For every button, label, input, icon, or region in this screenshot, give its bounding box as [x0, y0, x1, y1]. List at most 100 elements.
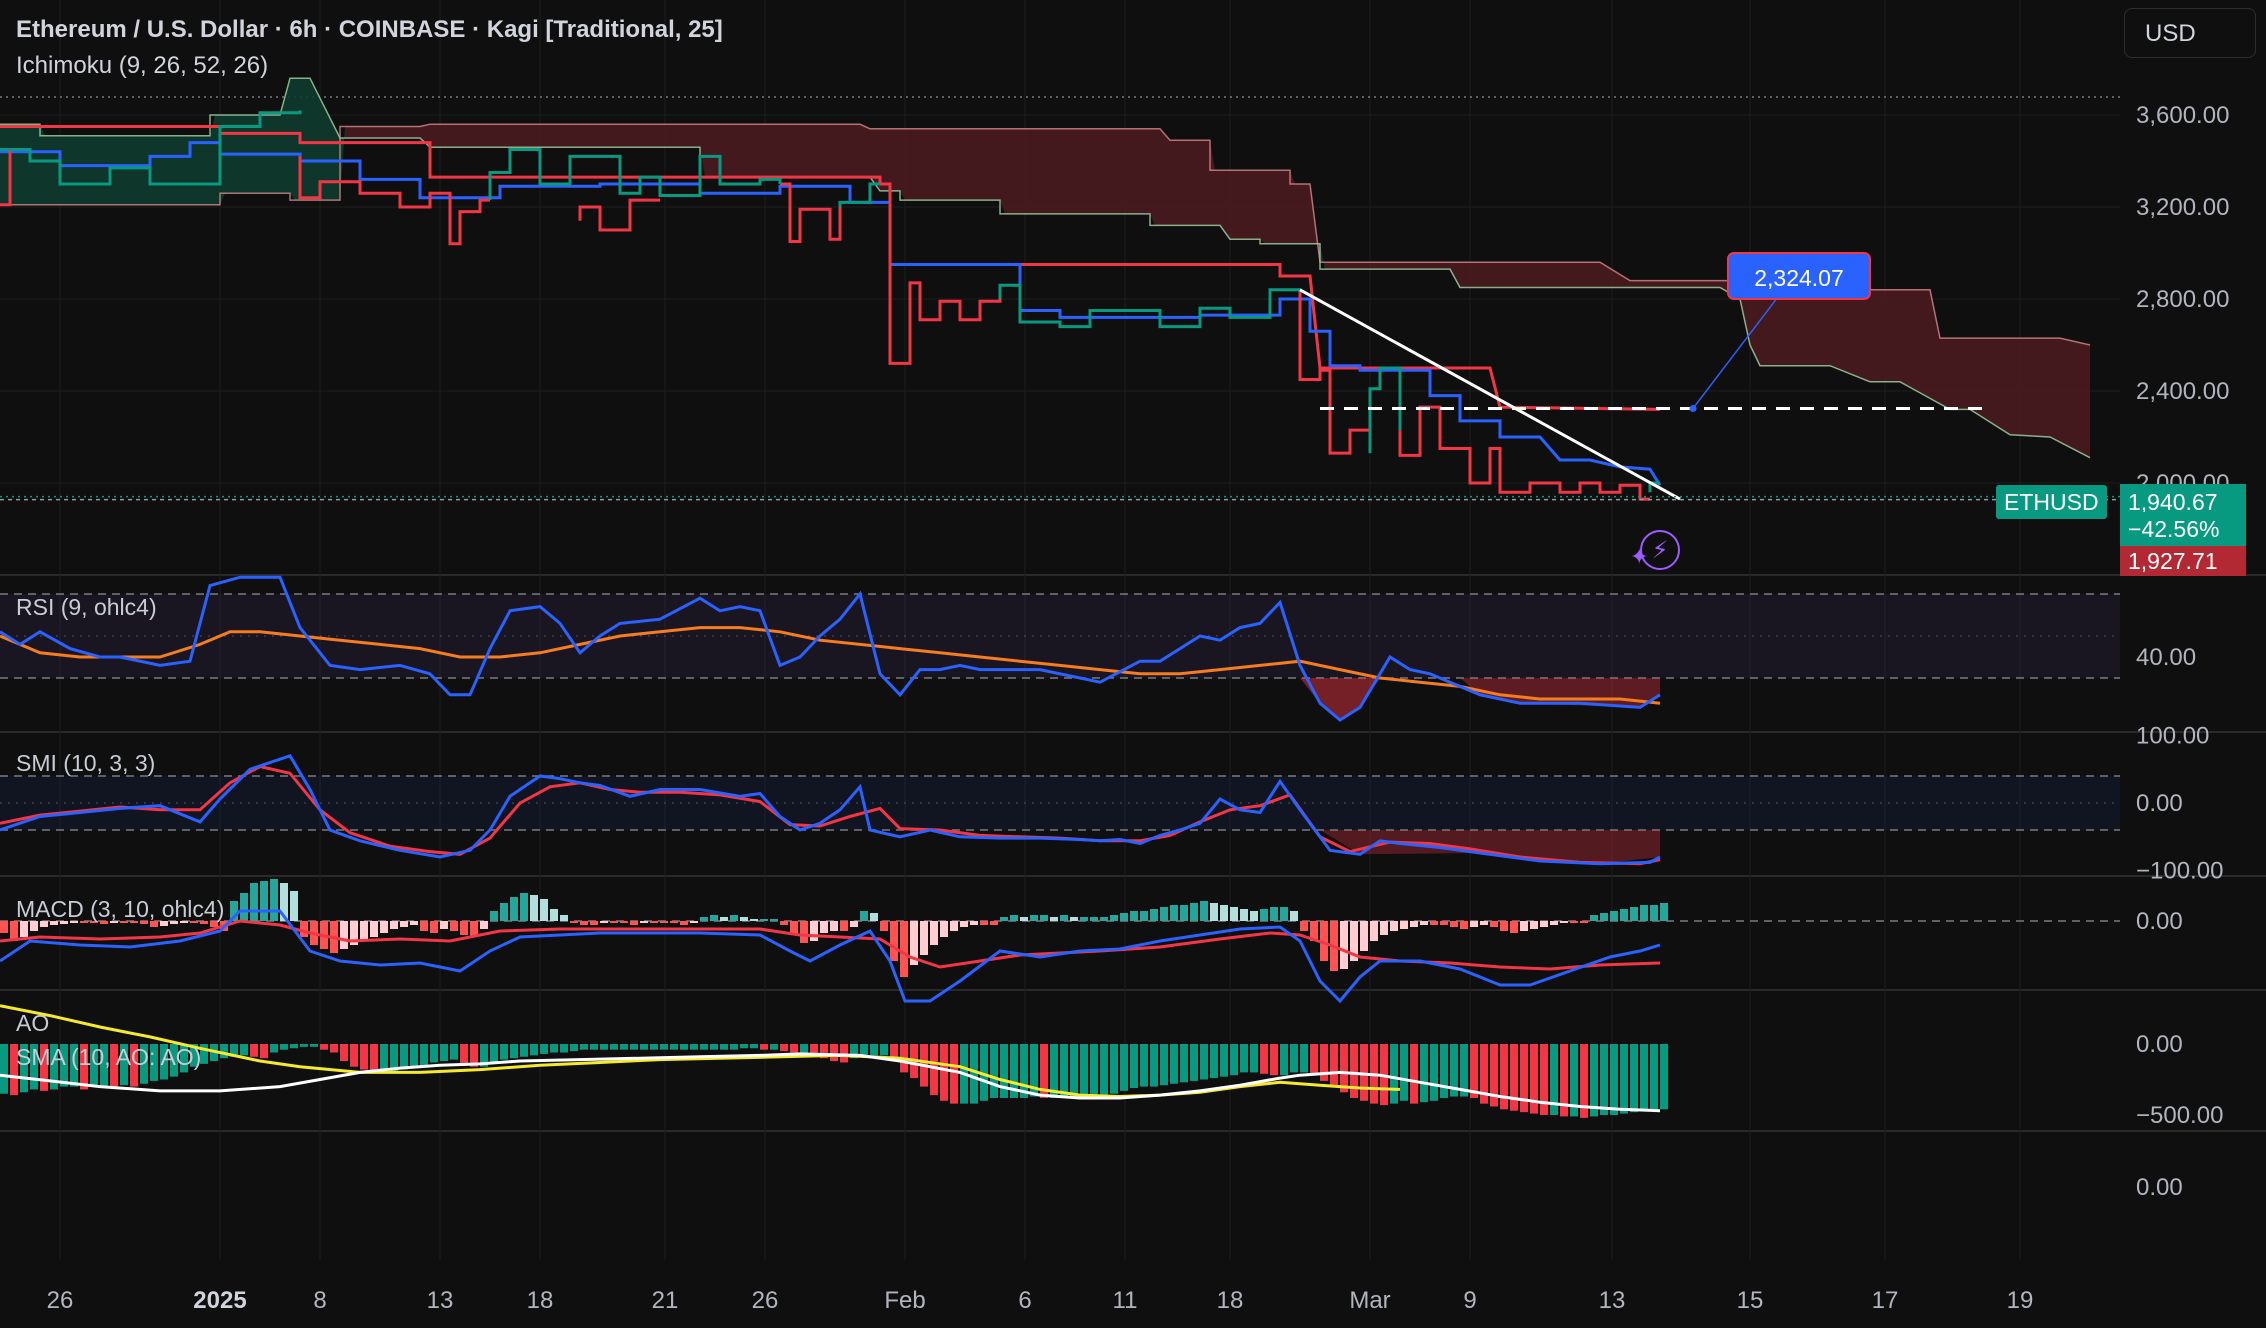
ichimoku-cloud-segment	[1350, 262, 1355, 270]
ao-histogram-bar	[410, 1044, 418, 1069]
ichimoku-cloud-segment	[1410, 262, 1415, 270]
ao-histogram-bar	[1100, 1044, 1108, 1096]
ao-histogram-bar	[1440, 1044, 1448, 1098]
macd-histogram-bar	[1650, 905, 1658, 921]
ichimoku-cloud-segment	[915, 128, 920, 201]
ao-sma-label[interactable]: SMA (10, AO: AO)	[16, 1044, 201, 1071]
ichimoku-cloud-segment	[360, 126, 365, 138]
ichimoku-cloud-segment	[1840, 289, 1845, 372]
ichimoku-cloud-segment	[945, 128, 950, 201]
ichimoku-cloud-segment	[2010, 338, 2015, 435]
ichimoku-cloud-segment	[905, 128, 910, 201]
macd-histogram-bar	[540, 899, 548, 921]
ichimoku-cloud-segment	[735, 124, 740, 178]
ichimoku-cloud-segment	[1220, 170, 1225, 233]
ichimoku-cloud-segment	[935, 128, 940, 201]
ichimoku-cloud-segment	[750, 124, 755, 178]
macd-histogram-bar	[990, 921, 998, 925]
ao-histogram-bar	[510, 1044, 518, 1059]
ichimoku-cloud-segment	[365, 126, 370, 138]
macd-histogram-bar	[1040, 915, 1048, 921]
macd-histogram-bar	[1580, 921, 1588, 923]
ichimoku-cloud-segment	[100, 135, 105, 205]
ichimoku-cloud-segment	[495, 124, 500, 148]
macd-histogram-bar	[530, 895, 538, 921]
ichimoku-cloud-segment	[755, 124, 760, 178]
ao-histogram-bar	[770, 1044, 778, 1050]
smi-label[interactable]: SMI (10, 3, 3)	[16, 750, 155, 777]
ao-histogram-bar	[1640, 1044, 1648, 1111]
ichimoku-cloud-segment	[1940, 338, 1945, 407]
macd-histogram-bar	[780, 921, 788, 925]
ichimoku-cloud-segment	[1915, 289, 1920, 393]
ichimoku-cloud-segment	[1695, 280, 1700, 288]
ao-histogram-bar	[660, 1044, 668, 1050]
rsi-label[interactable]: RSI (9, ohlc4)	[16, 594, 157, 621]
ao-histogram-bar	[1130, 1044, 1138, 1089]
time-axis-tick: 26	[752, 1287, 779, 1314]
chart-canvas[interactable]: 3,600.003,200.002,800.002,400.002,000.00…	[0, 0, 2266, 1328]
ao-histogram-bar	[690, 1044, 698, 1050]
ichimoku-cloud-segment	[665, 124, 670, 148]
macd-histogram-bar	[500, 903, 508, 921]
ichimoku-cloud-segment	[1635, 280, 1640, 288]
ichimoku-cloud-segment	[1140, 128, 1145, 214]
ichimoku-label[interactable]: Ichimoku (9, 26, 52, 26)	[16, 52, 268, 80]
price-axis-tick: 2,400.00	[2136, 378, 2229, 405]
ao-label[interactable]: AO	[16, 1010, 49, 1037]
ichimoku-cloud-segment	[440, 124, 445, 148]
ichimoku-cloud-segment	[370, 126, 375, 138]
ichimoku-cloud-segment	[1130, 128, 1135, 214]
macd-histogram-bar	[460, 921, 468, 935]
ao-histogram-bar	[330, 1044, 338, 1053]
currency-button[interactable]: USD	[2124, 8, 2256, 58]
ao-histogram-bar	[1630, 1044, 1638, 1113]
ichimoku-cloud-segment	[1005, 128, 1010, 214]
ichimoku-cloud-segment	[70, 135, 75, 205]
ichimoku-cloud-segment	[1175, 140, 1180, 226]
macd-label[interactable]: MACD (3, 10, ohlc4)	[16, 896, 224, 923]
ichimoku-cloud-segment	[305, 78, 310, 201]
target-price-label[interactable]: 2,324.07	[1727, 252, 1871, 300]
ichimoku-cloud-segment	[1890, 289, 1895, 382]
ichimoku-cloud-segment	[1390, 262, 1395, 270]
ichimoku-cloud-segment	[640, 124, 645, 148]
ichimoku-cloud-segment	[2075, 341, 2080, 453]
ichimoku-cloud-segment	[1280, 170, 1285, 244]
ichimoku-cloud-segment	[610, 124, 615, 148]
ichimoku-cloud-segment	[1485, 262, 1490, 288]
ao-histogram-bar	[1420, 1044, 1428, 1103]
ichimoku-cloud-segment	[770, 124, 775, 178]
ichimoku-cloud-segment	[2000, 338, 2005, 432]
ichimoku-cloud-segment	[1480, 262, 1485, 288]
macd-histogram-bar	[670, 921, 678, 923]
ichimoku-cloud-segment	[180, 135, 185, 205]
ichimoku-cloud-segment	[725, 124, 730, 178]
ichimoku-cloud-segment	[660, 124, 665, 148]
ao-histogram-bar	[1160, 1044, 1168, 1086]
macd-histogram-bar	[800, 921, 808, 943]
ichimoku-cloud-segment	[1090, 128, 1095, 214]
ichimoku-cloud-segment	[1470, 262, 1475, 288]
ichimoku-cloud-segment	[1850, 289, 1855, 376]
ichimoku-cloud-segment	[645, 124, 650, 148]
macd-histogram-bar	[520, 893, 528, 921]
ichimoku-cloud-segment	[1845, 289, 1850, 374]
macd-histogram-bar	[760, 919, 768, 921]
ichimoku-cloud-segment	[1905, 289, 1910, 388]
ichimoku-cloud-segment	[885, 128, 890, 191]
macd-histogram-bar	[1420, 921, 1428, 925]
ichimoku-cloud-segment	[670, 124, 675, 148]
ao-histogram-bar	[800, 1044, 808, 1053]
symbol-tag[interactable]: ETHUSD	[1996, 485, 2107, 519]
macd-histogram-bar	[1100, 917, 1108, 921]
ichimoku-cloud-segment	[925, 128, 930, 201]
ichimoku-cloud-segment	[740, 124, 745, 178]
ichimoku-cloud-segment	[970, 128, 975, 201]
ichimoku-cloud-segment	[820, 124, 825, 178]
ichimoku-cloud-segment	[830, 124, 835, 178]
ichimoku-cloud-segment	[895, 128, 900, 191]
macd-histogram-bar	[1540, 921, 1548, 927]
ichimoku-cloud-segment	[1030, 128, 1035, 214]
macd-histogram-bar	[1460, 921, 1468, 929]
